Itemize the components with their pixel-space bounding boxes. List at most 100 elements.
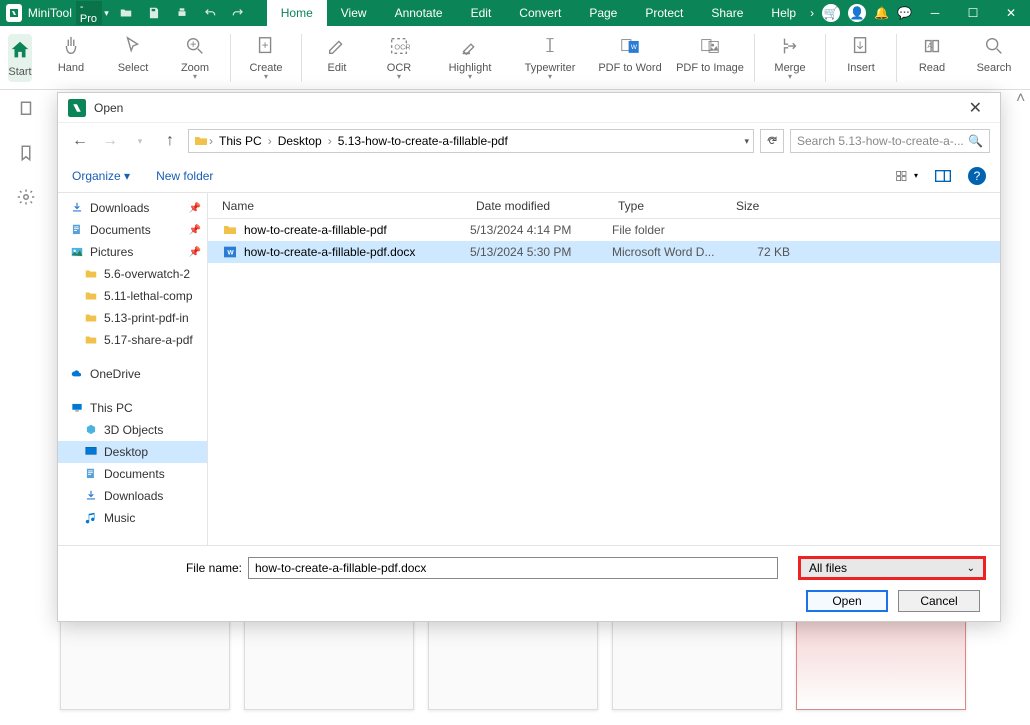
open-icon[interactable] <box>117 4 135 22</box>
tree-item-documents[interactable]: Documents📌 <box>58 219 207 241</box>
chat-icon[interactable]: 💬 <box>897 6 912 20</box>
col-type[interactable]: Type <box>618 199 736 213</box>
ribbon-hand[interactable]: Hand <box>40 34 102 82</box>
tree-item-desktop[interactable]: Desktop <box>58 441 207 463</box>
ribbon-highlight[interactable]: Highlight▾ <box>430 34 510 82</box>
ribbon-read[interactable]: ARead <box>901 34 963 82</box>
save-icon[interactable] <box>145 4 163 22</box>
redo-icon[interactable] <box>229 4 247 22</box>
print-icon[interactable] <box>173 4 191 22</box>
thumbnail[interactable] <box>612 620 782 710</box>
open-button[interactable]: Open <box>806 590 888 612</box>
create-icon <box>254 34 278 58</box>
ribbon-select[interactable]: Select <box>102 34 164 82</box>
nav-right-icon[interactable]: › <box>810 6 814 20</box>
menu-tab-view[interactable]: View <box>327 0 381 26</box>
tree-item-documents[interactable]: Documents <box>58 463 207 485</box>
col-date[interactable]: Date modified <box>476 199 618 213</box>
file-row[interactable]: how-to-create-a-fillable-pdf5/13/2024 4:… <box>208 219 1000 241</box>
back-button[interactable]: ← <box>68 129 92 153</box>
thumbnail[interactable] <box>60 620 230 710</box>
view-options-button[interactable]: ▾ <box>896 167 918 185</box>
menu-tab-share[interactable]: Share <box>697 0 757 26</box>
app-logo-icon <box>6 4 22 22</box>
page-icon[interactable] <box>17 100 37 120</box>
tree-item-5-13-print-pdf-in[interactable]: 5.13-print-pdf-in <box>58 307 207 329</box>
tree-item-5-17-share-a-pdf[interactable]: 5.17-share-a-pdf <box>58 329 207 351</box>
preview-pane-button[interactable] <box>932 167 954 185</box>
ribbon-pdf-to-word[interactable]: WPDF to Word <box>590 34 670 82</box>
cancel-button[interactable]: Cancel <box>898 590 980 612</box>
app-icon <box>68 99 86 117</box>
read-icon: A <box>920 34 944 58</box>
ribbon-merge[interactable]: Merge▾ <box>759 34 821 82</box>
chevron-down-icon[interactable]: ▾ <box>744 136 749 147</box>
dialog-title: Open <box>94 101 123 115</box>
ocr-icon: OCR <box>387 34 411 58</box>
thumbnail[interactable] <box>244 620 414 710</box>
nav-tree[interactable]: Downloads📌Documents📌Pictures📌5.6-overwat… <box>58 193 208 545</box>
menu-tab-help[interactable]: Help <box>757 0 810 26</box>
ribbon-edit[interactable]: Edit <box>306 34 368 82</box>
thumbnail[interactable] <box>796 620 966 710</box>
file-type-filter-label: All files <box>809 561 847 575</box>
ribbon-search[interactable]: Search <box>963 34 1025 82</box>
menu-tab-page[interactable]: Page <box>575 0 631 26</box>
menu-tab-protect[interactable]: Protect <box>631 0 697 26</box>
ribbon-ocr[interactable]: OCROCR▾ <box>368 34 430 82</box>
dropdown-icon[interactable]: ▾ <box>104 8 109 19</box>
menu-tab-annotate[interactable]: Annotate <box>381 0 457 26</box>
tree-item-pictures[interactable]: Pictures📌 <box>58 241 207 263</box>
ribbon-insert[interactable]: Insert <box>830 34 892 82</box>
new-folder-button[interactable]: New folder <box>156 169 213 183</box>
search-input[interactable]: Search 5.13-how-to-create-a-... 🔍 <box>790 129 990 153</box>
ribbon-zoom[interactable]: Zoom▾ <box>164 34 226 82</box>
tree-item-5-6-overwatch-2[interactable]: 5.6-overwatch-2 <box>58 263 207 285</box>
chevron-up-icon[interactable]: ˄ <box>1016 90 1026 110</box>
tree-item-onedrive[interactable]: OneDrive <box>58 363 207 385</box>
tree-item-downloads[interactable]: Downloads📌 <box>58 197 207 219</box>
tree-item-3d-objects[interactable]: 3D Objects <box>58 419 207 441</box>
tree-item-5-11-lethal-comp[interactable]: 5.11-lethal-comp <box>58 285 207 307</box>
file-name-input[interactable] <box>248 557 778 579</box>
home-icon <box>8 38 32 62</box>
menu-tab-home[interactable]: Home <box>267 0 327 26</box>
ribbon-create[interactable]: Create▾ <box>235 34 297 82</box>
breadcrumb-item[interactable]: This PC <box>213 134 268 148</box>
tree-item-music[interactable]: Music <box>58 507 207 529</box>
tree-item-downloads[interactable]: Downloads <box>58 485 207 507</box>
column-headers[interactable]: Name Date modified Type Size <box>208 193 1000 219</box>
menu-tab-convert[interactable]: Convert <box>505 0 575 26</box>
user-icon[interactable]: 👤 <box>848 4 866 22</box>
ribbon-typewriter[interactable]: Typewriter▾ <box>510 34 590 82</box>
col-size[interactable]: Size <box>736 199 796 213</box>
maximize-button[interactable]: ☐ <box>958 0 988 26</box>
organize-button[interactable]: Organize ▾ <box>72 169 130 183</box>
help-button[interactable]: ? <box>968 167 986 185</box>
forward-button[interactable]: → <box>98 129 122 153</box>
thumbnail[interactable] <box>428 620 598 710</box>
app-suffix: -Pro <box>76 1 102 25</box>
history-dropdown[interactable]: ▾ <box>128 129 152 153</box>
tree-item-this-pc[interactable]: This PC <box>58 397 207 419</box>
breadcrumb-item[interactable]: 5.13-how-to-create-a-fillable-pdf <box>332 134 514 148</box>
bell-icon[interactable]: 🔔 <box>874 6 889 20</box>
settings-icon[interactable] <box>17 188 37 208</box>
bookmark-icon[interactable] <box>17 144 37 164</box>
breadcrumb[interactable]: › This PC›Desktop›5.13-how-to-create-a-f… <box>188 129 754 153</box>
up-button[interactable]: ↑ <box>158 129 182 153</box>
cart-icon[interactable]: 🛒 <box>822 4 840 22</box>
ribbon-start[interactable]: Start <box>8 34 32 82</box>
quick-access-toolbar <box>117 4 247 22</box>
dialog-close-button[interactable]: ✕ <box>961 96 990 120</box>
refresh-button[interactable] <box>760 129 784 153</box>
breadcrumb-item[interactable]: Desktop <box>272 134 328 148</box>
minimize-button[interactable]: ─ <box>920 0 950 26</box>
file-row[interactable]: Whow-to-create-a-fillable-pdf.docx5/13/2… <box>208 241 1000 263</box>
file-type-filter[interactable]: All files ⌄ <box>798 556 986 580</box>
undo-icon[interactable] <box>201 4 219 22</box>
ribbon-pdf-to-image[interactable]: PDF to Image <box>670 34 750 82</box>
col-name[interactable]: Name <box>222 199 476 213</box>
menu-tab-edit[interactable]: Edit <box>457 0 506 26</box>
close-button[interactable]: ✕ <box>996 0 1026 26</box>
